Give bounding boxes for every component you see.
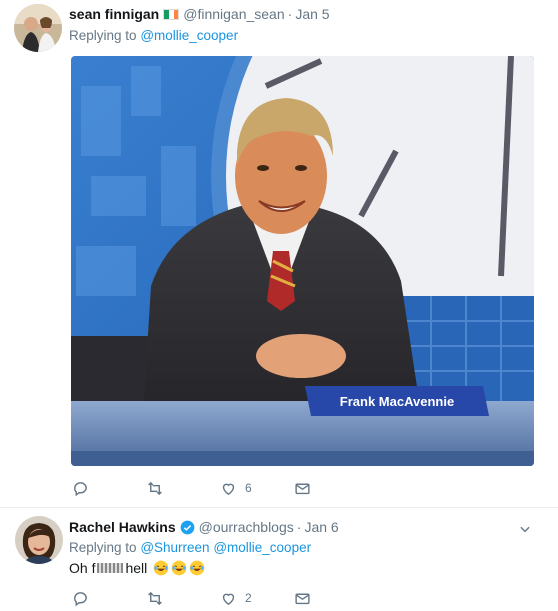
envelope-icon [295, 593, 310, 604]
reply-icon [74, 481, 87, 496]
tweet-text-start: Oh f [69, 560, 96, 576]
author-name[interactable]: sean finnigan [69, 6, 159, 22]
verified-badge-icon [180, 520, 194, 534]
retweet-button[interactable] [146, 480, 220, 497]
name-plate-text: Frank MacAvennie [340, 394, 454, 409]
face-with-tears-of-joy-icon [189, 560, 205, 576]
reply-button[interactable] [72, 590, 146, 607]
tweet-header: sean finnigan @finnigan_sean · Jan 5 [69, 6, 330, 22]
tweet-time[interactable]: Jan 5 [295, 6, 329, 22]
direct-message-button[interactable] [294, 480, 334, 497]
mention-link[interactable]: @mollie_cooper [140, 28, 238, 43]
author-handle[interactable]: @finnigan_sean [183, 6, 284, 22]
replying-to-label: Replying to [69, 540, 137, 555]
replying-to: Replying to @mollie_cooper [69, 28, 238, 43]
tweet-actions: 6 [72, 478, 334, 498]
tweet-actions: 2 [72, 588, 334, 608]
tweet-time[interactable]: Jan 6 [304, 519, 338, 535]
chevron-down-icon[interactable] [518, 522, 532, 536]
retweet-icon [148, 591, 162, 605]
author-handle[interactable]: @ourrachblogs [199, 519, 294, 535]
heart-icon [222, 593, 235, 605]
tweet-media-image[interactable]: Frank MacAvennie [71, 56, 534, 466]
ireland-flag-icon [163, 8, 180, 20]
face-with-tears-of-joy-icon [153, 560, 169, 576]
like-count: 2 [245, 591, 252, 605]
author-name[interactable]: Rachel Hawkins [69, 519, 176, 535]
like-button[interactable]: 2 [220, 590, 294, 607]
tweet-text: Oh f hell [69, 560, 205, 576]
replying-to: Replying to @Shurreen @mollie_cooper [69, 540, 311, 555]
envelope-icon [295, 483, 310, 494]
retweet-icon [148, 481, 162, 495]
reply-icon [74, 591, 87, 606]
tweet-text-end: hell [125, 560, 148, 576]
avatar[interactable] [15, 516, 63, 564]
separator-dot: · [287, 6, 293, 22]
direct-message-button[interactable] [294, 590, 334, 607]
like-count: 6 [245, 481, 252, 495]
face-with-tears-of-joy-icon [171, 560, 187, 576]
tweet-header: Rachel Hawkins @ourrachblogs · Jan 6 [69, 519, 339, 535]
reply-button[interactable] [72, 480, 146, 497]
mention-link[interactable]: @mollie_cooper [213, 540, 311, 555]
tweet[interactable]: Rachel Hawkins @ourrachblogs · Jan 6 Rep… [0, 509, 558, 611]
like-button[interactable]: 6 [220, 480, 294, 497]
avatar[interactable] [14, 4, 62, 52]
retweet-button[interactable] [146, 590, 220, 607]
mention-link[interactable]: @Shurreen [140, 540, 209, 555]
tweet[interactable]: sean finnigan @finnigan_sean · Jan 5 Rep… [0, 0, 558, 508]
heart-icon [222, 483, 235, 495]
replying-to-label: Replying to [69, 28, 137, 43]
separator-dot: · [296, 519, 302, 535]
censored-word [97, 563, 124, 573]
